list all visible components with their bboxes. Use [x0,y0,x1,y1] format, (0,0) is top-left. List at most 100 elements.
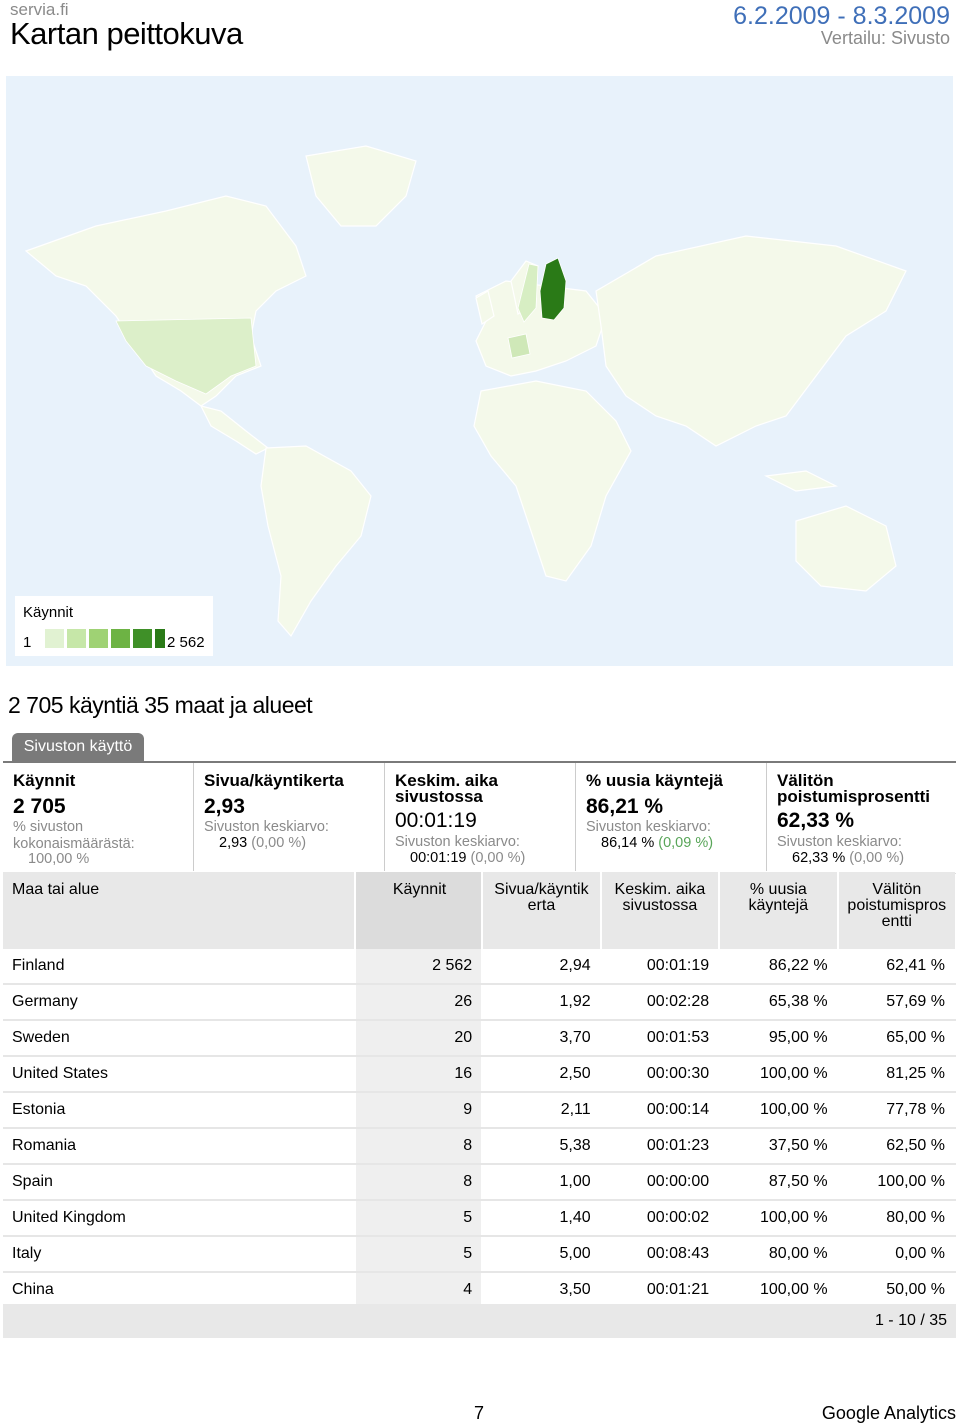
table-row[interactable]: Romania 8 5,38 00:01:23 37,50 % 62,50 % [3,1128,957,1165]
cell-bounce: 57,69 % [837,984,957,1021]
cell-country[interactable]: Romania [3,1128,357,1165]
metric-head: % uusia käyntejä [586,771,724,790]
col-header-text-2: sivustossa [622,897,698,914]
map-germany [507,333,531,359]
table-row[interactable]: Italy 5 5,00 00:08:43 80,00 % 0,00 % [3,1236,957,1273]
map-africa [473,380,632,582]
cell-country[interactable]: Spain [3,1164,357,1201]
pagination[interactable]: 1 - 10 / 35 [3,1304,956,1338]
cell-pages: 5,38 [482,1128,602,1165]
cell-time: 00:01:21 [600,1272,721,1309]
cell-time: 00:00:00 [600,1164,721,1201]
metric-avg-value: 86,14 % [601,835,655,851]
table-row[interactable]: Germany 26 1,92 00:02:28 65,38 % 57,69 % [3,984,957,1021]
cell-country[interactable]: China [3,1272,357,1309]
cell-visits: 5 [355,1200,484,1237]
cell-country[interactable]: United Kingdom [3,1200,357,1237]
col-header-text-3: entti [881,913,912,930]
cell-visits: 8 [355,1164,484,1201]
table-row[interactable]: Sweden 20 3,70 00:01:53 95,00 % 65,00 % [3,1020,957,1057]
cell-time: 00:01:19 [600,949,721,985]
map-legend: Käynnit 1 2 562 [15,596,213,656]
cell-bounce: 0,00 % [837,1236,957,1273]
cell-country[interactable]: Finland [3,949,357,985]
cell-bounce: 100,00 % [837,1164,957,1201]
page-title: Kartan peittokuva [10,16,243,51]
map-finland [539,257,567,321]
cell-pages: 1,00 [482,1164,602,1201]
cell-country[interactable]: United States [3,1056,357,1093]
col-header-country[interactable]: Maa tai alue [3,872,357,949]
metric-value: 86,21 % [586,795,664,818]
cell-new: 87,50 % [719,1164,839,1201]
cell-country[interactable]: Sweden [3,1020,357,1057]
date-range[interactable]: 6.2.2009 - 8.3.2009 [733,2,950,31]
col-header-text: Keskim. aika [614,881,706,898]
metric-pages-per-visit[interactable]: Sivua/käyntikerta 2,93 Sivuston keskiarv… [194,763,385,871]
col-header-text: Välitön [872,881,922,898]
metric-new-visits[interactable]: % uusia käyntejä 86,21 % Sivuston keskia… [576,763,767,871]
table-row[interactable]: China 4 3,50 00:01:21 100,00 % 50,00 % [3,1272,957,1309]
cell-visits: 26 [355,984,484,1021]
metric-avg: 62,33 % (0,00 %) [792,850,904,866]
metric-head: Sivua/käyntikerta [204,771,344,790]
col-header-text: % uusia [749,881,807,898]
col-header-avg-time[interactable]: Keskim. aika sivustossa [600,872,721,949]
table-row[interactable]: United States 16 2,50 00:00:30 100,00 % 81,25… [3,1056,957,1093]
col-header-bounce[interactable]: Välitön poistumispros entti [837,872,955,949]
col-header-text: Sivua/käyntik [494,881,589,898]
cell-country[interactable]: Italy [3,1236,357,1273]
cell-bounce: 77,78 % [837,1092,957,1129]
table-row[interactable]: Finland 2 562 2,94 00:01:19 86,22 % 62,41 % [3,949,957,985]
cell-time: 00:08:43 [600,1236,721,1273]
metric-delta: (0,00 %) [849,850,905,866]
cell-country[interactable]: Estonia [3,1092,357,1129]
table-row[interactable]: United Kingdom 5 1,40 00:00:02 100,00 % 80,00… [3,1200,957,1237]
world-map[interactable] [6,76,953,666]
legend-swatch-1 [45,629,64,648]
table-row[interactable]: Spain 8 1,00 00:00:00 87,50 % 100,00 % [3,1164,957,1201]
col-header-pages[interactable]: Sivua/käyntik erta [482,872,602,949]
cell-pages: 1,40 [482,1200,602,1237]
cell-bounce: 62,41 % [837,949,957,985]
metric-avg-time[interactable]: Keskim. aika sivustossa 00:01:19 Sivuston… [385,763,576,871]
legend-swatch-5 [133,629,152,648]
metric-bounce-rate[interactable]: Välitön poistumisprosentti 62,33 % Sivust… [767,763,956,871]
cell-pages: 3,70 [482,1020,602,1057]
cell-pages: 2,50 [482,1056,602,1093]
metric-value: 2,93 [204,795,245,818]
col-header-visits[interactable]: Käynnit [355,872,484,949]
metric-value: 62,33 % [777,809,855,832]
metric-label-2: kokonaismäärästä: [13,836,135,852]
cell-country[interactable]: Germany [3,984,357,1021]
cell-new: 100,00 % [719,1092,839,1129]
metric-avg-value: 2,93 [219,835,248,851]
cell-visits: 2 562 [355,949,484,985]
legend-title: Käynnit [23,604,74,621]
summary-heading: 2 705 käyntiä 35 maat ja alueet [8,692,313,718]
cell-pages: 5,00 [482,1236,602,1273]
cell-pages: 2,94 [482,949,602,985]
cell-new: 95,00 % [719,1020,839,1057]
compare-label: Vertailu: Sivusto [820,28,950,48]
col-header-text-2: erta [527,897,556,914]
cell-visits: 8 [355,1128,484,1165]
cell-visits: 9 [355,1092,484,1129]
page-number: 7 [474,1403,485,1423]
tab-site-usage[interactable]: Sivuston käyttö [12,733,144,761]
metrics-panel: Käynnit 2 705 % sivuston kokonaismääräst… [3,761,956,874]
cell-time: 00:01:53 [600,1020,721,1057]
metric-head: Välitön poistumisprosentti [777,772,930,805]
col-header-new-visits[interactable]: % uusia käyntejä [719,872,839,949]
cell-bounce: 80,00 % [837,1200,957,1237]
map-central-america [199,405,270,455]
legend-swatch-6 [155,629,165,648]
metric-avg-value: 00:01:19 [410,850,467,866]
cell-time: 00:00:30 [600,1056,721,1093]
metric-visits[interactable]: Käynnit 2 705 % sivuston kokonaismääräst… [3,763,194,871]
metric-head: Käynnit [13,771,76,790]
cell-new: 65,38 % [719,984,839,1021]
table-row[interactable]: Estonia 9 2,11 00:00:14 100,00 % 77,78 % [3,1092,957,1129]
metric-avg-value: 62,33 % [792,850,846,866]
metric-avg: 100,00 % [28,851,90,867]
